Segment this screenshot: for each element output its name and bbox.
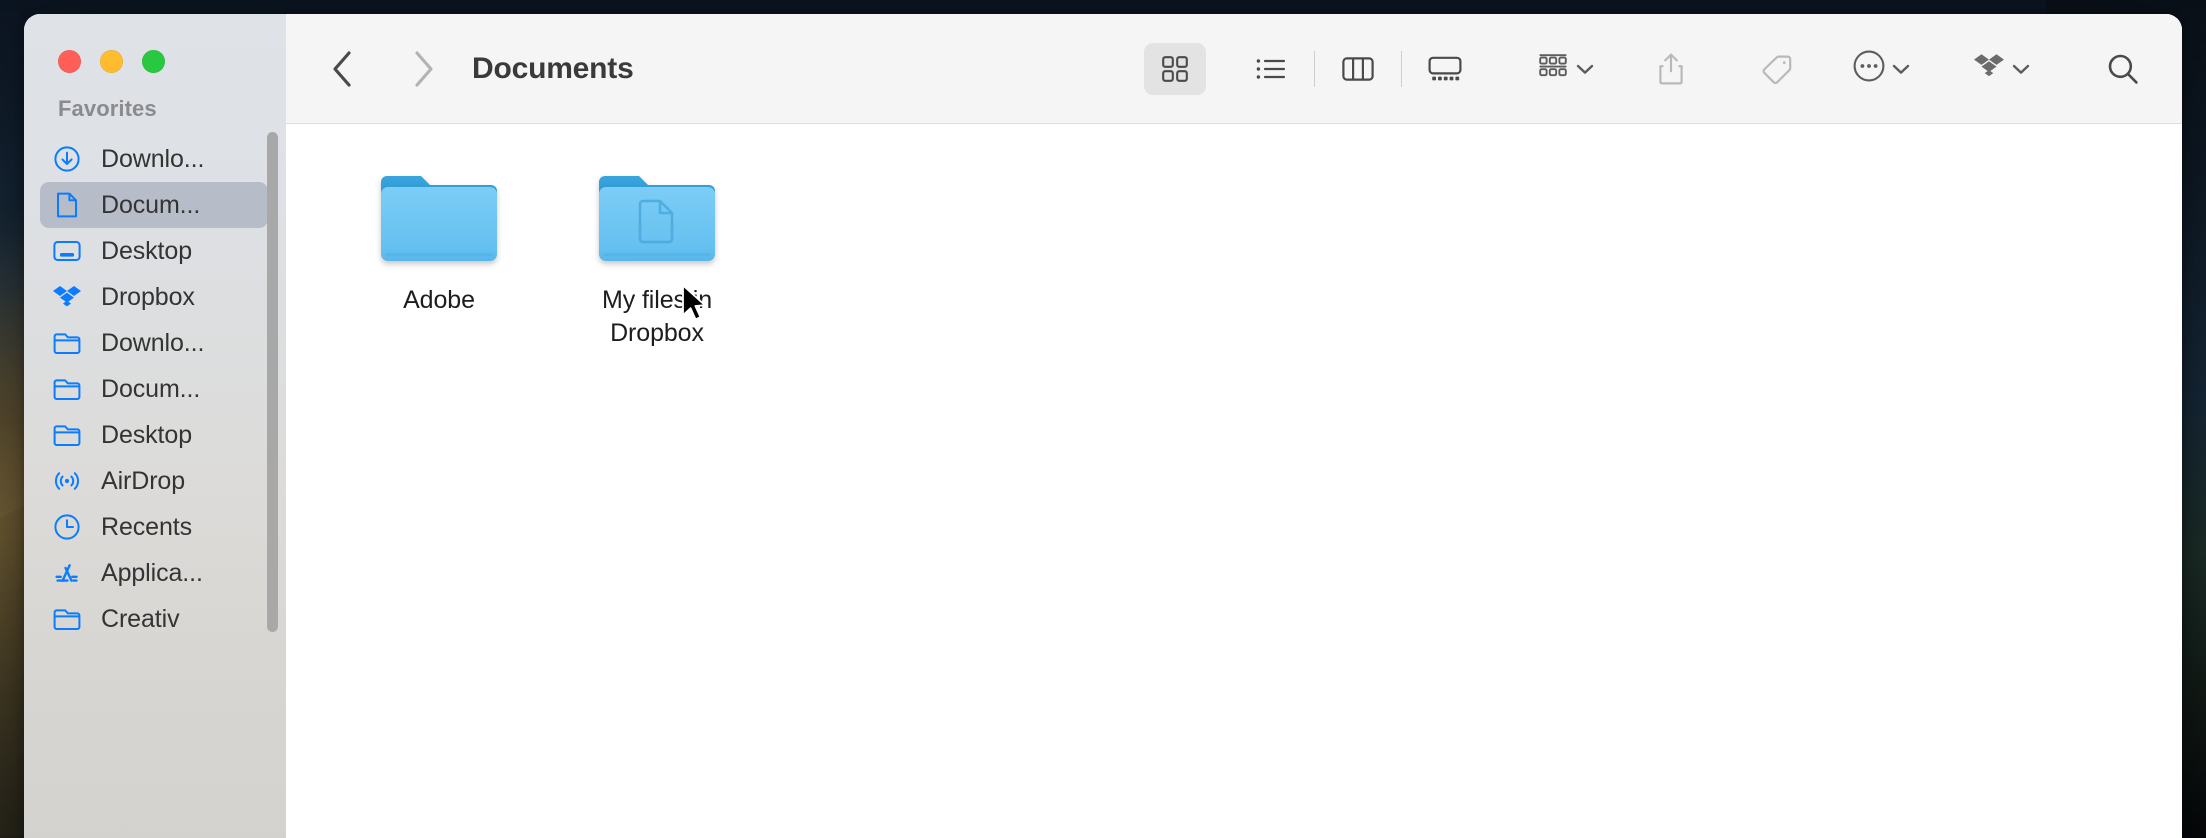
view-mode-group — [1144, 42, 1476, 95]
ellipsis-circle-icon — [1852, 49, 1886, 88]
gallery-view-button[interactable] — [1414, 43, 1476, 95]
share-button[interactable] — [1640, 43, 1702, 95]
folder-document-icon — [595, 168, 719, 268]
search-button[interactable] — [2092, 43, 2154, 95]
traffic-light-group — [24, 14, 286, 92]
clock-icon — [52, 512, 82, 542]
sidebar-item-label: Creativ — [101, 604, 180, 633]
file-grid[interactable]: Adobe My files in Dropbox — [286, 124, 2182, 838]
file-item-label: Adobe — [403, 286, 475, 314]
applications-icon — [52, 558, 82, 588]
file-item-label: My files in Dropbox — [601, 286, 713, 347]
sidebar-section-favorites: Favorites — [58, 96, 157, 121]
folder-icon — [52, 328, 82, 358]
file-item-my-files-in-dropbox[interactable]: My files in Dropbox — [548, 164, 766, 350]
desktop: Favorites Downlo... Docum... Desktop Dro… — [0, 0, 2206, 838]
sidebar-item-desktop-2[interactable]: Desktop — [40, 412, 268, 458]
sidebar-item-label: Docum... — [101, 190, 201, 219]
sidebar-list: Favorites Downlo... Docum... Desktop Dro… — [24, 92, 286, 642]
folder-icon — [52, 374, 82, 404]
sidebar-scrollbar[interactable] — [267, 132, 278, 632]
sidebar-item-label: Recents — [101, 512, 193, 541]
folder-icon — [52, 604, 82, 634]
toolbar: Documents — [286, 14, 2182, 124]
sidebar-item-downloads-1[interactable]: Downlo... — [40, 136, 268, 182]
file-item-adobe[interactable]: Adobe — [330, 164, 548, 350]
sidebar-item-label: Downlo... — [101, 328, 205, 357]
sidebar-item-label: Desktop — [101, 420, 193, 449]
document-icon — [52, 190, 82, 220]
sidebar-item-label: Desktop — [101, 236, 193, 265]
sidebar-item-label: Docum... — [101, 374, 201, 403]
sidebar-item-airdrop[interactable]: AirDrop — [40, 458, 268, 504]
chevron-down-icon — [2010, 58, 2032, 80]
sidebar-item-desktop-1[interactable]: Desktop — [40, 228, 268, 274]
sidebar-item-downloads-2[interactable]: Downlo... — [40, 320, 268, 366]
sidebar-item-label: Applica... — [101, 558, 203, 587]
page-title: Documents — [472, 51, 634, 85]
column-view-button[interactable] — [1327, 43, 1389, 95]
folder-icon — [377, 168, 501, 268]
tags-button[interactable] — [1746, 43, 1808, 95]
toolbar-divider-2 — [1401, 50, 1402, 87]
dropbox-icon — [1972, 51, 2006, 86]
sidebar: Favorites Downlo... Docum... Desktop Dro… — [24, 14, 286, 838]
sidebar-item-dropbox[interactable]: Dropbox — [40, 274, 268, 320]
forward-button[interactable] — [396, 42, 450, 96]
zoom-button[interactable] — [142, 50, 165, 73]
sidebar-item-documents-2[interactable]: Docum... — [40, 366, 268, 412]
icon-view-button[interactable] — [1144, 42, 1206, 95]
chevron-down-icon — [1574, 58, 1596, 80]
finder-window: Favorites Downlo... Docum... Desktop Dro… — [24, 14, 2182, 838]
list-view-button[interactable] — [1240, 43, 1302, 95]
toolbar-divider-1 — [1314, 50, 1315, 87]
more-actions-button[interactable] — [1852, 49, 1912, 88]
desktop-icon — [52, 236, 82, 266]
sidebar-item-recents[interactable]: Recents — [40, 504, 268, 550]
group-by-button[interactable] — [1536, 51, 1596, 86]
back-button[interactable] — [316, 42, 370, 96]
chevron-down-icon — [1890, 58, 1912, 80]
sidebar-item-label: Downlo... — [101, 144, 205, 173]
sidebar-item-label: Dropbox — [101, 282, 195, 311]
group-icon — [1536, 51, 1570, 86]
right-pane: Documents Adobe My files in Dropbox — [286, 14, 2182, 838]
sidebar-item-label: AirDrop — [101, 466, 186, 495]
download-circle-icon — [52, 144, 82, 174]
dropbox-icon — [52, 282, 82, 312]
close-button[interactable] — [58, 50, 81, 73]
sidebar-item-creative[interactable]: Creativ — [40, 596, 268, 642]
folder-icon — [52, 420, 82, 450]
minimize-button[interactable] — [100, 50, 123, 73]
dropbox-menu-button[interactable] — [1972, 51, 2032, 86]
airdrop-icon — [52, 466, 82, 496]
sidebar-item-documents-selected[interactable]: Docum... — [40, 182, 268, 228]
sidebar-item-applications[interactable]: Applica... — [40, 550, 268, 596]
